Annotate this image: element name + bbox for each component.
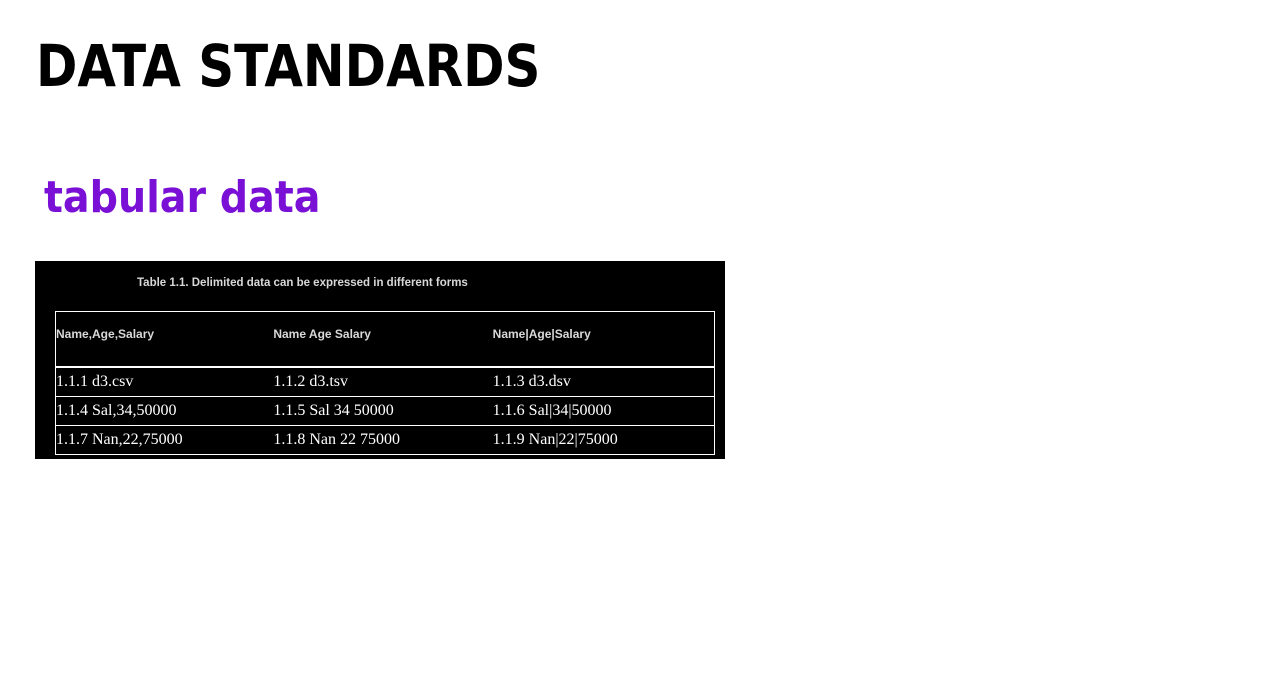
section-heading: tabular data	[44, 172, 321, 223]
table-row: 1.1.7 Nan,22,75000 1.1.8 Nan 22 75000 1.…	[55, 425, 715, 455]
table-cell: 1.1.9 Nan|22|75000	[492, 425, 715, 455]
delimited-data-table: Name,Age,Salary Name Age Salary Name|Age…	[55, 311, 715, 455]
table-header-cell: Name|Age|Salary	[492, 311, 715, 368]
page-title: DATA STANDARDS	[36, 32, 541, 100]
table-caption: Table 1.1. Delimited data can be express…	[137, 277, 468, 289]
table-cell: 1.1.8 Nan 22 75000	[273, 425, 493, 455]
table-row: 1.1.4 Sal,34,50000 1.1.5 Sal 34 50000 1.…	[55, 396, 715, 426]
table-row: 1.1.1 d3.csv 1.1.2 d3.tsv 1.1.3 d3.dsv	[55, 366, 715, 397]
table-cell: 1.1.6 Sal|34|50000	[492, 396, 715, 426]
table-header-cell: Name Age Salary	[273, 311, 493, 368]
table-cell: 1.1.1 d3.csv	[55, 366, 274, 397]
table-cell: 1.1.7 Nan,22,75000	[55, 425, 274, 455]
table-cell: 1.1.5 Sal 34 50000	[273, 396, 493, 426]
table-cell: 1.1.3 d3.dsv	[492, 366, 715, 397]
table-header-cell: Name,Age,Salary	[55, 311, 274, 368]
table-panel: Table 1.1. Delimited data can be express…	[35, 261, 725, 459]
table-cell: 1.1.2 d3.tsv	[273, 366, 493, 397]
table-header-row: Name,Age,Salary Name Age Salary Name|Age…	[55, 311, 715, 368]
table-cell: 1.1.4 Sal,34,50000	[55, 396, 274, 426]
